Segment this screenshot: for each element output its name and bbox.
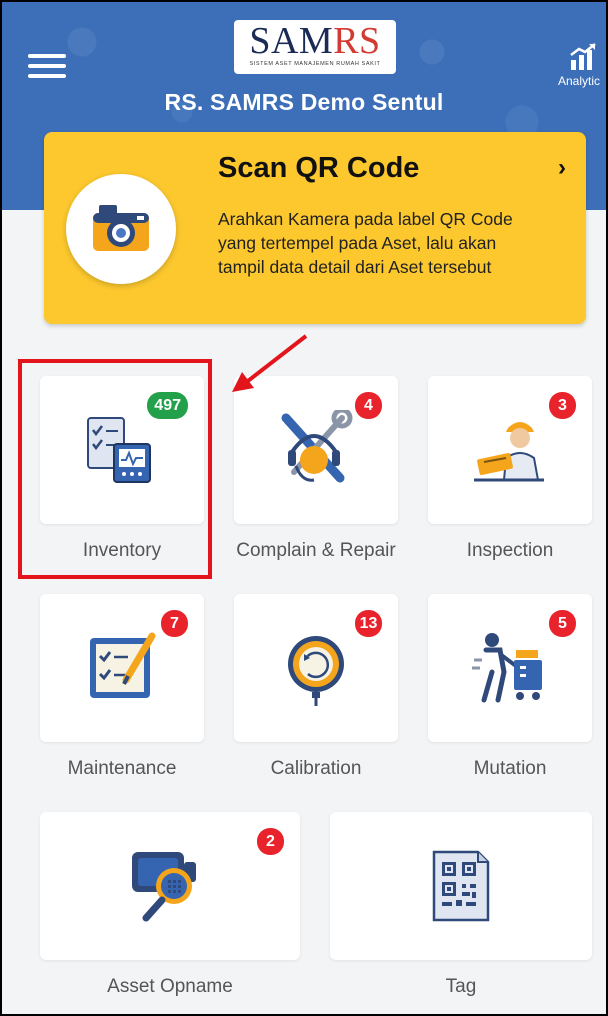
menu-tile-mutation[interactable]: 5 Mutation [428,594,592,794]
hamburger-menu-button[interactable] [28,54,66,78]
analytics-button[interactable]: Analytic [558,42,606,88]
tile-card: 7 [40,594,204,742]
scan-description: Arahkan Kamera pada label QR Code yang t… [218,209,513,277]
menu-tile-calibration[interactable]: 13 Calibration [234,594,398,794]
menu-tile-inspection[interactable]: 3 Inspection [428,376,592,576]
calibration-ring-icon [288,636,344,706]
mutation-cart-icon [472,633,542,703]
inspector-person-icon [474,422,544,482]
tile-card: 13 [234,594,398,742]
tools-headset-icon [281,410,353,483]
maintenance-count-badge: 7 [161,610,188,637]
mutation-label: Mutation [473,758,547,779]
maintenance-clipboard-icon [90,632,156,698]
logo-subtitle: SISTEM ASET MANAJEMEN RUMAH SAKIT [249,61,381,67]
maintenance-label: Maintenance [67,758,177,779]
mutation-count-badge: 5 [549,610,576,637]
opname-count-badge: 2 [257,828,284,855]
camera-icon-circle [66,174,176,284]
menu-tile-tag[interactable]: Tag [330,812,592,1012]
logo-text-accent: RS [333,20,381,62]
menu-tile-complain-repair[interactable]: 4 Complain & Repair [234,376,398,576]
analytics-chart-icon [570,43,596,70]
inspection-count-badge: 3 [549,392,576,419]
scan-qr-card[interactable]: Scan QR Code Arahkan Kamera pada label Q… [44,132,586,324]
highlight-box [18,359,212,579]
menu-tile-maintenance[interactable]: 7 Maintenance [40,594,204,794]
chevron-right-icon: › [558,154,566,181]
scan-title: Scan QR Code [218,152,420,184]
analytics-label: Analytic [558,74,601,88]
tag-label: Tag [445,976,477,997]
tile-card: 5 [428,594,592,742]
complain-repair-label: Complain & Repair [236,540,396,561]
app-screen: SAMRS SISTEM ASET MANAJEMEN RUMAH SAKIT … [0,0,608,1016]
camera-icon [93,205,149,251]
qr-tag-icon [432,850,490,922]
pointer-arrow-icon [232,334,308,392]
tile-card: 2 [40,812,300,960]
asset-opname-magnifier-icon [132,852,196,922]
app-logo: SAMRS SISTEM ASET MANAJEMEN RUMAH SAKIT [234,20,396,74]
hospital-name: RS. SAMRS Demo Sentul [164,89,444,115]
logo-text-main: SAM [249,20,334,62]
inspection-label: Inspection [466,540,554,561]
calibration-count-badge: 13 [355,610,382,637]
asset-opname-label: Asset Opname [107,976,233,997]
calibration-label: Calibration [270,758,362,779]
tile-card [330,812,592,960]
complain-count-badge: 4 [355,392,382,419]
menu-tile-asset-opname[interactable]: 2 Asset Opname [40,812,300,1012]
tile-card: 3 [428,376,592,524]
